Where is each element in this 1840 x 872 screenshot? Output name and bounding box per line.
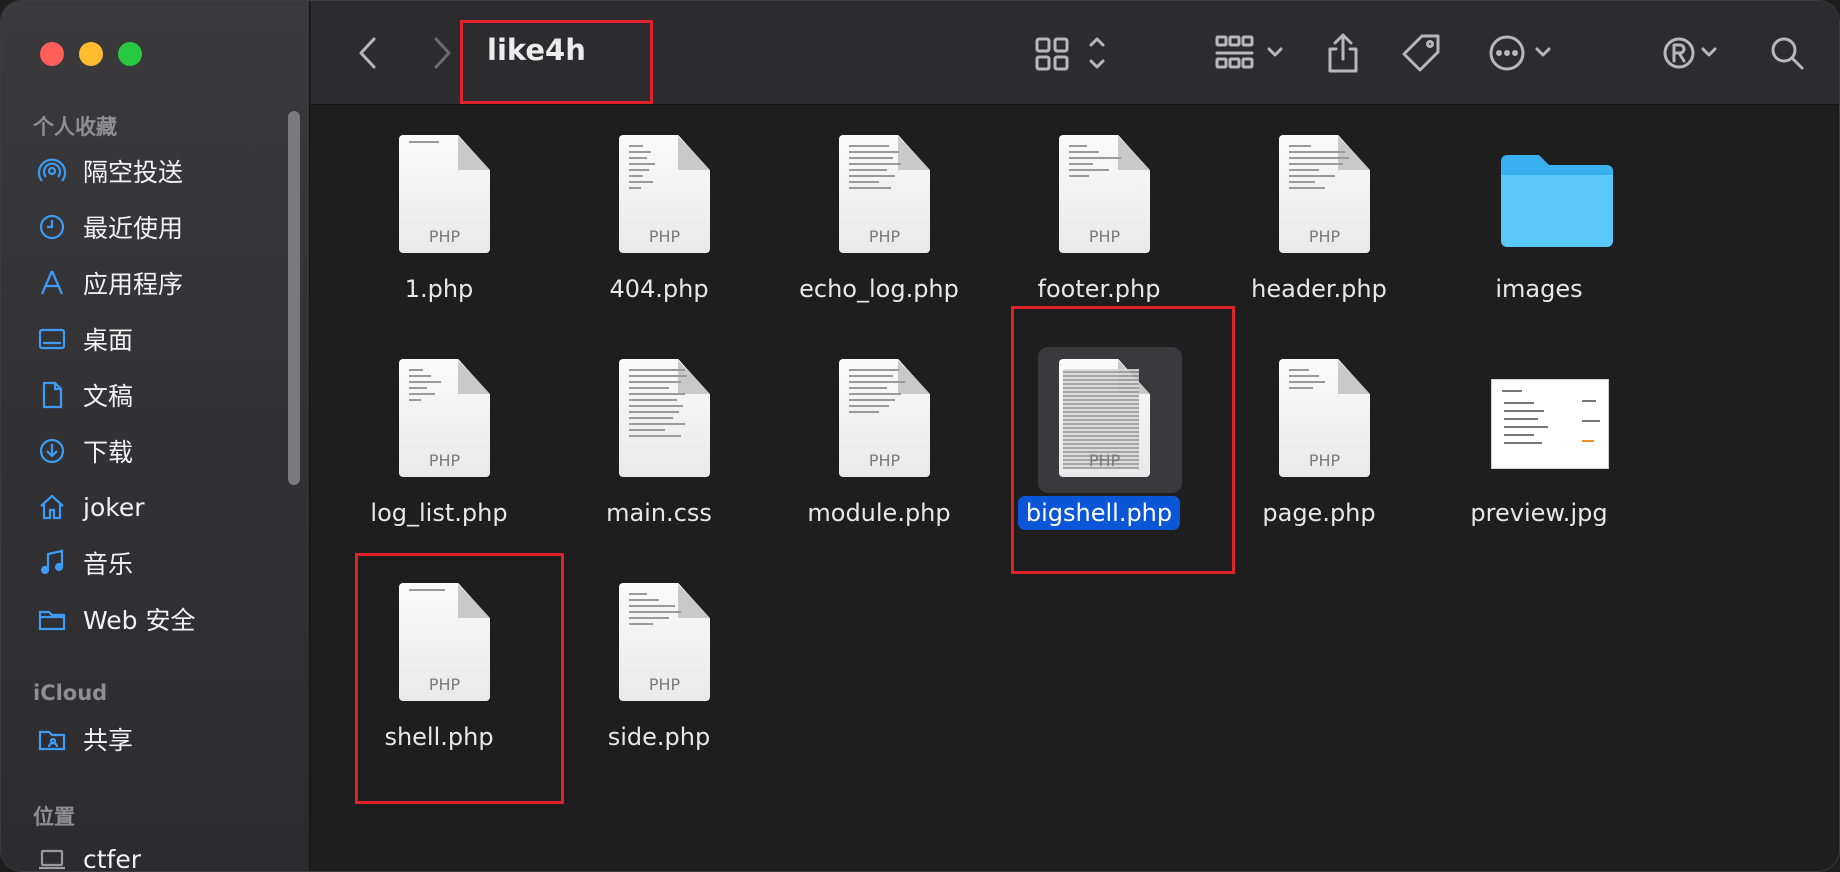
file-name: page.php	[1262, 499, 1376, 527]
home-icon	[35, 490, 69, 524]
annotation-box-title	[460, 20, 653, 104]
sidebar-item-label: Web 安全	[83, 606, 196, 635]
ellipsis-icon	[1489, 35, 1551, 71]
sidebar-item-downloads[interactable]: 下载	[35, 429, 133, 473]
chevron-right-icon	[434, 37, 451, 69]
search-icon	[1771, 37, 1804, 70]
tags-button[interactable]	[1399, 31, 1443, 75]
file-name: echo_log.php	[799, 275, 959, 303]
search-button[interactable]	[1767, 31, 1807, 75]
group-icon	[1215, 35, 1283, 69]
annotation-box-shell	[355, 553, 564, 804]
file-item[interactable]: main.css	[559, 359, 759, 579]
php-file-icon: PHP	[389, 135, 490, 259]
sidebar-item-ctfer[interactable]: ctfer	[35, 837, 142, 872]
file-item[interactable]: PHP side.php	[559, 583, 759, 803]
file-item[interactable]: PHP log_list.php	[339, 359, 539, 579]
php-file-icon: PHP	[1269, 135, 1370, 259]
sidebar-item-applications[interactable]: 应用程序	[35, 261, 183, 305]
sidebar-scrollbar[interactable]	[288, 111, 300, 485]
forward-button[interactable]	[425, 31, 459, 75]
image-file-icon	[1489, 359, 1609, 483]
shared-folder-icon	[35, 722, 69, 756]
php-file-icon: PHP	[1049, 135, 1150, 259]
back-button[interactable]	[351, 31, 385, 75]
traffic-lights	[40, 42, 142, 66]
more-button[interactable]	[1487, 31, 1557, 75]
laptop-icon	[35, 842, 69, 871]
tag-icon	[1402, 34, 1440, 72]
sidebar-item-label: 应用程序	[83, 270, 184, 299]
registered-icon	[1663, 37, 1717, 69]
folder-icon	[35, 602, 69, 636]
sidebar-item-web-security[interactable]: Web 安全	[35, 597, 195, 641]
group-button[interactable]	[1213, 31, 1287, 75]
file-name: 404.php	[609, 275, 709, 303]
extension-button[interactable]	[1661, 31, 1723, 75]
zoom-button[interactable]	[118, 42, 142, 66]
file-item[interactable]: PHP page.php	[1219, 359, 1419, 579]
sidebar-item-label: 音乐	[83, 550, 134, 579]
file-name: header.php	[1251, 275, 1387, 303]
sidebar-item-documents[interactable]: 文稿	[35, 373, 133, 417]
sidebar-item-label: 最近使用	[83, 214, 184, 243]
annotation-box-bigshell	[1011, 306, 1235, 574]
folder-icon	[1489, 135, 1613, 259]
file-name: module.php	[807, 499, 951, 527]
sidebar-item-airdrop[interactable]: 隔空投送	[35, 149, 183, 193]
php-file-icon: PHP	[829, 359, 930, 483]
file-item[interactable]: PHP header.php	[1219, 135, 1419, 355]
file-name: main.css	[606, 499, 712, 527]
file-name: images	[1495, 275, 1583, 303]
css-file-icon	[609, 359, 710, 483]
download-icon	[35, 434, 69, 468]
chevron-left-icon	[359, 37, 376, 69]
file-item[interactable]: PHP 1.php	[339, 135, 539, 355]
airdrop-icon	[35, 154, 69, 188]
php-file-icon: PHP	[1269, 359, 1370, 483]
file-name: log_list.php	[370, 499, 508, 527]
sidebar-item-label: 文稿	[83, 382, 134, 411]
desktop-icon	[35, 322, 69, 356]
applications-icon	[35, 266, 69, 300]
file-item[interactable]: PHP module.php	[779, 359, 979, 579]
file-item[interactable]: PHP echo_log.php	[779, 135, 979, 355]
sidebar: 个人收藏 隔空投送 最近使用 应用程序 桌面 文稿 下载 joker 音乐 We…	[1, 1, 310, 872]
sidebar-item-recents[interactable]: 最近使用	[35, 205, 183, 249]
share-button[interactable]	[1323, 29, 1363, 77]
section-title-icloud: iCloud	[33, 681, 108, 705]
sidebar-item-desktop[interactable]: 桌面	[35, 317, 133, 361]
folder-item[interactable]: images	[1439, 135, 1639, 355]
share-icon	[1328, 33, 1358, 73]
file-name: preview.jpg	[1470, 499, 1608, 527]
minimize-button[interactable]	[79, 42, 103, 66]
sidebar-item-label: 桌面	[83, 326, 134, 355]
finder-window: 个人收藏 隔空投送 最近使用 应用程序 桌面 文稿 下载 joker 音乐 We…	[0, 0, 1840, 872]
sidebar-item-label: 共享	[83, 726, 134, 755]
file-name: footer.php	[1037, 275, 1161, 303]
section-title-locations: 位置	[33, 805, 75, 829]
php-file-icon: PHP	[609, 583, 710, 707]
file-name: 1.php	[404, 275, 474, 303]
close-button[interactable]	[40, 42, 64, 66]
sidebar-item-label: ctfer	[83, 844, 142, 872]
music-icon	[35, 546, 69, 580]
grid-view-icon	[1035, 37, 1105, 71]
file-name: side.php	[607, 723, 711, 751]
sidebar-item-label: joker	[83, 492, 145, 522]
file-item[interactable]: PHP 404.php	[559, 135, 759, 355]
sidebar-item-music[interactable]: 音乐	[35, 541, 133, 585]
view-mode-button[interactable]	[1031, 31, 1111, 75]
php-file-icon: PHP	[829, 135, 930, 259]
php-file-icon: PHP	[389, 359, 490, 483]
sidebar-item-home[interactable]: joker	[35, 485, 145, 529]
section-title-favorites: 个人收藏	[33, 115, 117, 139]
sidebar-item-label: 下载	[83, 438, 134, 467]
document-icon	[35, 378, 69, 412]
php-file-icon: PHP	[609, 135, 710, 259]
sidebar-item-shared[interactable]: 共享	[35, 717, 133, 761]
clock-icon	[35, 210, 69, 244]
sidebar-item-label: 隔空投送	[83, 158, 184, 187]
file-item[interactable]: preview.jpg	[1439, 359, 1639, 579]
